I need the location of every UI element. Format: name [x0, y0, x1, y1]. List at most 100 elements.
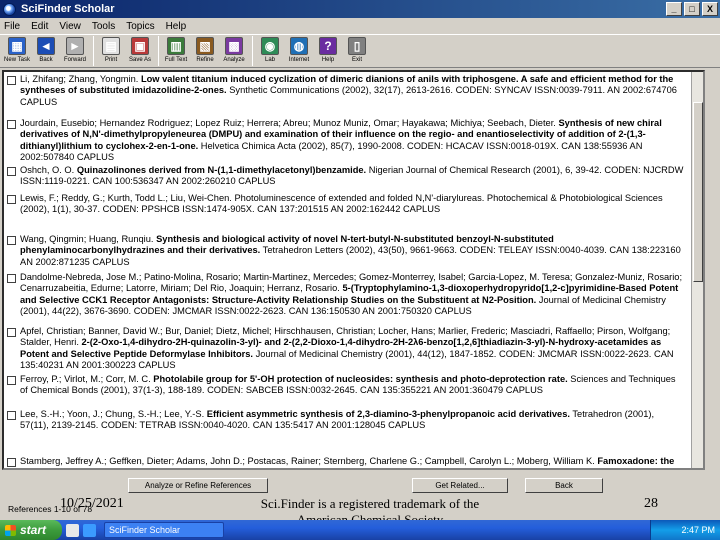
toolbar-button-label: Print — [104, 57, 118, 63]
close-button[interactable]: X — [702, 2, 718, 16]
analyze-refine-button[interactable]: Analyze or Refine References — [128, 478, 268, 493]
scifinder-window: SciFinder Scholar _ □ X File Edit View T… — [0, 0, 720, 540]
toolbar-button-label: Refine — [196, 57, 214, 63]
toolbar-full-text-button[interactable]: ▥ Full Text — [162, 35, 190, 68]
reference-authors: Stamberg, Jeffrey A.; Geffken, Dieter; A… — [20, 456, 595, 466]
reference-title[interactable]: Quinazolinones derived from N-(1,1-dimet… — [77, 165, 366, 175]
clock: 2:47 PM — [681, 525, 715, 535]
windows-flag-icon — [5, 524, 16, 536]
vertical-scrollbar[interactable] — [691, 72, 703, 468]
start-label: start — [20, 523, 47, 537]
bottom-bar: Analyze or Refine References Get Related… — [0, 472, 720, 527]
scifinder-app-icon — [3, 2, 16, 16]
slide-page-number: 28 — [644, 496, 658, 511]
exit-icon: ▯ — [348, 37, 366, 55]
toolbar-print-button[interactable]: ▤ Print — [97, 35, 125, 68]
help-icon: ? — [319, 37, 337, 55]
toolbar-button-label: Full Text — [164, 57, 188, 63]
menu-tools[interactable]: Tools — [92, 21, 115, 32]
reference-source: Pest Management Science (2001), 57(2), 1… — [280, 467, 647, 468]
toolbar-analyze-button[interactable]: ▩ Analyze — [220, 35, 248, 68]
desktop-icon[interactable] — [66, 523, 79, 537]
reference-authors: Lewis, F.; Reddy, G.; Kurth, Todd L.; Li… — [20, 193, 232, 203]
reference-citation: Li, Zhifang; Zhang, Yongmin. Low valent … — [20, 74, 684, 108]
toolbar-button-label: Analyze — [223, 57, 245, 63]
refine-icon: ▧ — [196, 37, 214, 55]
reference-title[interactable]: Photolabile group for 5'-OH protection o… — [153, 374, 567, 384]
toolbar-button-label: Save As — [128, 57, 151, 63]
menu-view[interactable]: View — [59, 21, 81, 32]
internet-globe-icon: ◍ — [290, 37, 308, 55]
toolbar-button-label: Exit — [351, 57, 362, 63]
start-button[interactable]: start — [0, 520, 62, 540]
new-task-icon: ▦ — [8, 37, 26, 55]
toolbar-internet-button[interactable]: ◍ Internet — [285, 35, 313, 68]
reference-citation: Jourdain, Eusebio; Hernandez Rodriguez; … — [20, 118, 684, 163]
menu-topics[interactable]: Topics — [126, 21, 154, 32]
reference-citation: Ferroy, P.; Virlot, M.; Corr, M. C. Phot… — [20, 374, 684, 397]
toolbar-button-label: Forward — [63, 57, 86, 63]
scrollbar-thumb[interactable] — [693, 102, 703, 282]
toolbar-button-label: Help — [321, 57, 335, 63]
forward-arrow-icon: ► — [66, 37, 84, 55]
toolbar-help-button[interactable]: ? Help — [314, 35, 342, 68]
reference-citation: Lee, S.-H.; Yoon, J.; Chung, S.-H.; Lee,… — [20, 409, 684, 432]
reference-checkbox[interactable] — [7, 328, 16, 337]
taskbar-scifinder[interactable]: SciFinder Scholar — [104, 522, 224, 538]
menu-edit[interactable]: Edit — [31, 21, 48, 32]
reference-authors: Oshch, O. O. — [20, 165, 75, 175]
window-title: SciFinder Scholar — [21, 3, 115, 15]
title-bar: SciFinder Scholar _ □ X — [0, 0, 720, 18]
toolbar-separator — [158, 36, 159, 66]
toolbar-button-label: Internet — [288, 57, 310, 63]
toolbar: ▦ New Task ◄ Back ► Forward ▤ Print ▣ Save As ▥ Ful… — [0, 34, 720, 68]
reference-authors: Li, Zhifang; Zhang, Yongmin. — [20, 74, 139, 84]
toolbar-new-task-button[interactable]: ▦ New Task — [3, 35, 31, 68]
reference-citation: Apfel, Christian; Banner, David W.; Bur,… — [20, 326, 684, 371]
reference-checkbox[interactable] — [7, 76, 16, 85]
reference-authors: Wang, Qingmin; Huang, Runqiu. — [20, 234, 154, 244]
menu-help[interactable]: Help — [166, 21, 187, 32]
full-text-icon: ▥ — [167, 37, 185, 55]
menu-bar: File Edit View Tools Topics Help — [0, 18, 720, 34]
menu-file[interactable]: File — [4, 21, 20, 32]
reference-checkbox[interactable] — [7, 120, 16, 129]
toolbar-exit-button[interactable]: ▯ Exit — [343, 35, 371, 68]
reference-checkbox[interactable] — [7, 274, 16, 283]
reference-checkbox[interactable] — [7, 376, 16, 385]
reference-checkbox[interactable] — [7, 236, 16, 245]
get-related-button[interactable]: Get Related... — [412, 478, 508, 493]
toolbar-refine-button[interactable]: ▧ Refine — [191, 35, 219, 68]
save-icon: ▣ — [131, 37, 149, 55]
reference-citation: Lewis, F.; Reddy, G.; Kurth, Todd L.; Li… — [20, 193, 684, 216]
reference-checkbox[interactable] — [7, 411, 16, 420]
toolbar-separator — [93, 36, 94, 66]
lab-icon: ◉ — [261, 37, 279, 55]
toolbar-back-button[interactable]: ◄ Back — [32, 35, 60, 68]
reference-citation: Dandolme-Nebreda, Jose M.; Patino-Molina… — [20, 272, 684, 317]
reference-checkbox[interactable] — [7, 458, 16, 467]
toolbar-save-as-button[interactable]: ▣ Save As — [126, 35, 154, 68]
reference-checkbox[interactable] — [7, 195, 16, 204]
printer-icon: ▤ — [102, 37, 120, 55]
reference-citation: Stamberg, Jeffrey A.; Geffken, Dieter; A… — [20, 456, 684, 468]
maximize-button[interactable]: □ — [684, 2, 700, 16]
toolbar-button-label: Lab — [264, 57, 275, 63]
references-list: Li, Zhifang; Zhang, Yongmin. Low valent … — [2, 70, 705, 470]
toolbar-button-label: Back — [39, 57, 53, 63]
system-tray: 2:47 PM — [650, 520, 720, 540]
toolbar-button-label: New Task — [4, 57, 30, 63]
internet-explorer-icon[interactable] — [83, 523, 96, 537]
reference-citation: Oshch, O. O. Quinazolinones derived from… — [20, 165, 684, 188]
toolbar-forward-button[interactable]: ► Forward — [61, 35, 89, 68]
reference-authors: Ferroy, P.; Virlot, M.; Corr, M. C. — [20, 374, 151, 384]
reference-authors: Jourdain, Eusebio; Hernandez Rodriguez; … — [20, 118, 556, 128]
window-controls: _ □ X — [666, 2, 718, 16]
reference-checkbox[interactable] — [7, 167, 16, 176]
reference-citation: Wang, Qingmin; Huang, Runqiu. Synthesis … — [20, 234, 684, 268]
toolbar-lab-button[interactable]: ◉ Lab — [256, 35, 284, 68]
minimize-button[interactable]: _ — [666, 2, 682, 16]
back-button[interactable]: Back — [525, 478, 603, 493]
slide-date: 10/25/2021 — [60, 496, 124, 511]
reference-title[interactable]: Efficient asymmetric synthesis of 2,3-di… — [207, 409, 570, 419]
